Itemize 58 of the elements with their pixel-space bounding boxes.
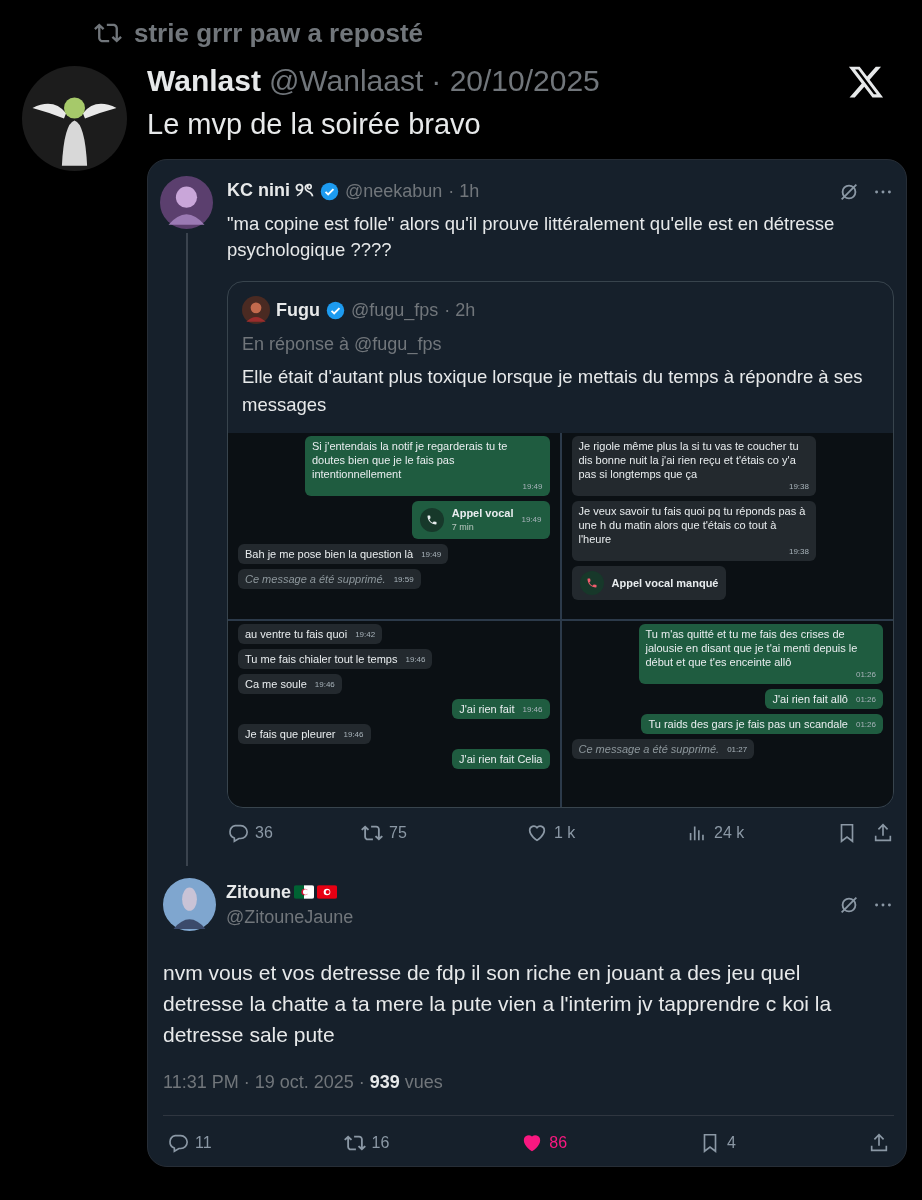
reply-context: En réponse à @fugu_fps: [242, 334, 443, 355]
avatar: [163, 878, 216, 931]
chat-message: Si j'entendais la notif je regarderais tu te doutes bien que je le fais pas intentionnellement 19:49: [305, 436, 550, 496]
missed-call-message: Appel vocal manqué: [571, 566, 727, 600]
flag-icon: [294, 885, 314, 899]
post-time: · 2h: [444, 299, 476, 321]
like-button[interactable]: 1 k: [526, 822, 686, 844]
reply-button[interactable]: 11: [167, 1132, 212, 1154]
phone-icon: [425, 514, 438, 526]
author-name[interactable]: Zitoune: [226, 881, 291, 903]
post-text: Le mvp de la soirée bravo: [147, 108, 482, 141]
share-button[interactable]: [868, 1132, 890, 1154]
chat-message: J'ai rien fait Celia: [452, 749, 550, 769]
post-date: · 20/10/2025: [431, 64, 600, 98]
call-message: Appel vocal 7 min 19:49: [411, 501, 550, 539]
author-handle[interactable]: @Wanlaast: [268, 64, 424, 98]
reply-icon: [227, 822, 249, 844]
chat-message: Je fais que pleurer 19:46: [238, 724, 371, 744]
share-icon: [868, 1132, 890, 1154]
chat-message: Je rigole même plus la si tu vas te coucher tu dis bonne nuit la j'ai rien reçu et t'étais co y'a pas si longtemps que ça 19:38: [571, 436, 816, 496]
post-text: "ma copine est folle" alors qu'il prouve littéralement qu'elle est en détresse psychologique ????: [227, 212, 836, 262]
chat-message: Tu m'as quitté et tu me fais des crises de jalousie en disant que je t'ai menti depuis le début et que t'es enceinte allô 01:26: [638, 624, 883, 684]
bookmark-button[interactable]: 4: [699, 1132, 736, 1154]
chat-message: Tu raids des gars je fais pas un scandale 01:26: [641, 714, 883, 734]
avatar: [160, 176, 213, 229]
post-text: nvm vous et vos detresse de fdp il son riche en jouant a des jeu quel detresse la chatte a ta mere la pute vien a l'interim jv tapprendre c koi la detresse sale pute: [163, 960, 833, 1048]
reply-icon: [167, 1132, 189, 1154]
heart-icon: [526, 822, 548, 844]
phone-icon: [585, 577, 598, 589]
quoted-post-card[interactable]: [227, 281, 894, 808]
like-button[interactable]: 86: [521, 1132, 568, 1154]
chat-message: Bah je me pose bien la question là 19:49: [238, 544, 449, 564]
reply-button[interactable]: 36: [227, 822, 361, 844]
author-name[interactable]: Wanlast: [147, 64, 261, 98]
share-icon: [872, 822, 894, 844]
post-text: Elle était d'autant plus toxique lorsque je mettais du temps à répondre à ses messages: [242, 365, 864, 417]
author-name[interactable]: Fugu: [276, 299, 320, 321]
chat-message: au ventre tu fais quoi 19:42: [238, 624, 383, 644]
chat-message: J'ai rien fait allô 01:26: [765, 689, 883, 709]
deleted-message: Ce message a été supprimé. 01:27: [571, 739, 755, 759]
chat-message: Tu me fais chialer tout le temps 19:46: [238, 649, 433, 669]
repost-label: strie grrr paw a reposté: [134, 17, 423, 49]
author-handle[interactable]: @fugu_fps: [351, 299, 439, 321]
post-meta: 11:31 PM · 19 oct. 2025 · 939 vues: [163, 1072, 444, 1093]
repost-button[interactable]: 75: [361, 822, 526, 844]
author-handle[interactable]: @ZitouneJaune: [226, 906, 354, 928]
repost-button[interactable]: 16: [343, 1132, 390, 1154]
avatar: [242, 296, 270, 324]
author-name[interactable]: KC nini ୨ৎ: [227, 176, 314, 207]
chat-message: Je veux savoir tu fais quoi pq tu réponds pas à une h du matin alors que t'étais co tout à l'heure 19:38: [571, 501, 816, 561]
share-button[interactable]: [872, 822, 894, 844]
author-handle[interactable]: @neekabun: [345, 181, 443, 202]
post-time: · 1h: [448, 181, 480, 202]
chat-message: Ca me soule 19:46: [238, 674, 342, 694]
chat-message: J'ai rien fait 19:46: [452, 699, 550, 719]
views-button[interactable]: 24 k: [686, 822, 745, 844]
deleted-message: Ce message a été supprimé. 19:59: [238, 569, 421, 589]
flag-icon: [317, 885, 337, 899]
